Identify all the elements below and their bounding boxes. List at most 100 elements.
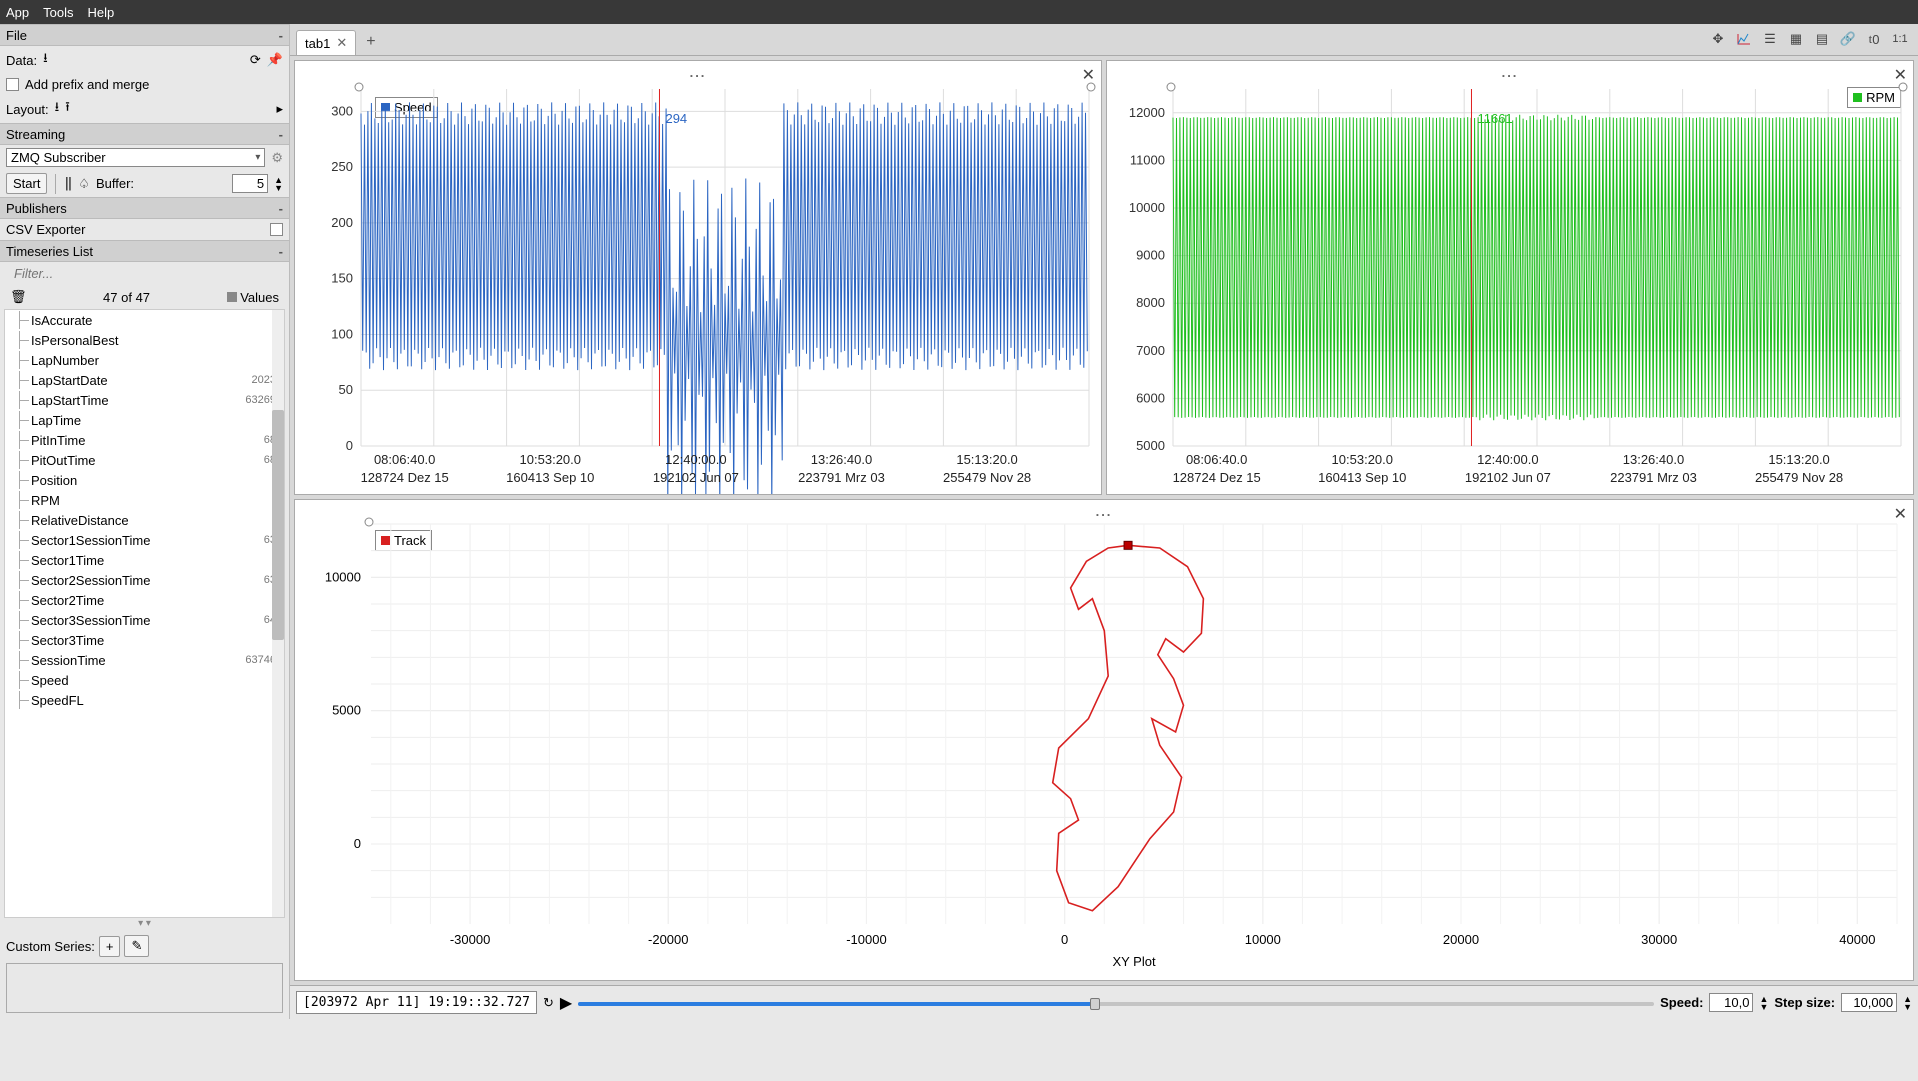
stream-settings-icon[interactable]: ⚙: [271, 150, 283, 166]
buffer-stepper[interactable]: ▲▼: [274, 176, 283, 192]
pin-icon[interactable]: 📌: [267, 52, 283, 68]
list-item[interactable]: Sector3SessionTime64: [5, 610, 284, 630]
playback-footer: [203972 Apr 11] 19:19::32.727 ↻ ▶ Speed:…: [290, 985, 1918, 1019]
list-item[interactable]: Sector2Time: [5, 590, 284, 610]
csv-exporter-checkbox[interactable]: [270, 223, 283, 236]
list-item[interactable]: LapNumber: [5, 350, 284, 370]
values-toggle-icon[interactable]: [227, 292, 237, 302]
pause-icon[interactable]: ‖: [64, 176, 72, 191]
prefix-merge-checkbox[interactable]: [6, 78, 19, 91]
step-label: Step size:: [1774, 995, 1835, 1010]
publishers-header-label: Publishers: [6, 201, 67, 216]
layout-load-icon[interactable]: ⭳: [55, 98, 60, 120]
buffer-input[interactable]: 5: [232, 174, 268, 193]
axes-tool-icon[interactable]: [1732, 28, 1756, 50]
svg-text:11000: 11000: [1130, 152, 1165, 167]
play-button[interactable]: ▶: [560, 993, 572, 1013]
custom-series-label: Custom Series:: [6, 939, 95, 954]
svg-text:255479 Nov 28: 255479 Nov 28: [1755, 470, 1843, 485]
publishers-header[interactable]: Publishers-: [0, 197, 289, 219]
streaming-header[interactable]: Streaming-: [0, 123, 289, 145]
menu-tools[interactable]: Tools: [43, 5, 73, 20]
step-stepper[interactable]: ▲▼: [1903, 995, 1912, 1011]
svg-text:13:26:40.0: 13:26:40.0: [1623, 452, 1684, 467]
calendar-tool-icon[interactable]: ▦: [1784, 28, 1808, 50]
list-item[interactable]: Sector3Time: [5, 630, 284, 650]
list-item[interactable]: LapTime: [5, 410, 284, 430]
zoom11-tool-icon[interactable]: 1:1: [1888, 28, 1912, 50]
timeseries-list[interactable]: IsAccurateIsPersonalBestLapNumberLapStar…: [4, 309, 285, 918]
time-slider[interactable]: [578, 997, 1654, 1009]
loop-icon[interactable]: ↻: [543, 995, 554, 1011]
svg-text:20000: 20000: [1443, 932, 1479, 947]
svg-text:5000: 5000: [332, 703, 361, 718]
edit-series-button[interactable]: ✎: [124, 935, 149, 957]
trash-icon[interactable]: 🗑: [10, 289, 27, 305]
list-item[interactable]: Position: [5, 470, 284, 490]
list-item[interactable]: RelativeDistance: [5, 510, 284, 530]
svg-text:50: 50: [339, 382, 353, 397]
svg-text:10:53:20.0: 10:53:20.0: [520, 452, 581, 467]
svg-text:223791 Mrz 03: 223791 Mrz 03: [1610, 470, 1697, 485]
svg-text:10000: 10000: [1129, 200, 1165, 215]
list-item[interactable]: SpeedFL: [5, 690, 284, 710]
move-tool-icon[interactable]: ✥: [1706, 28, 1730, 50]
scrollbar-thumb[interactable]: [272, 410, 284, 640]
svg-text:15:13:20.0: 15:13:20.0: [1768, 452, 1829, 467]
start-button[interactable]: Start: [6, 173, 47, 194]
values-label: Values: [240, 290, 279, 305]
data-load-icon[interactable]: ⭳: [43, 49, 48, 71]
add-tab-button[interactable]: +: [356, 29, 385, 55]
list-item[interactable]: LapStartTime63269: [5, 390, 284, 410]
close-tab-icon[interactable]: ✕: [336, 35, 347, 51]
svg-text:160413 Sep 10: 160413 Sep 10: [506, 470, 594, 485]
svg-text:255479 Nov 28: 255479 Nov 28: [943, 470, 1031, 485]
svg-text:-10000: -10000: [846, 932, 886, 947]
svg-text:192102 Jun 07: 192102 Jun 07: [653, 470, 739, 485]
custom-series-box[interactable]: [6, 963, 283, 1013]
svg-text:7000: 7000: [1136, 343, 1165, 358]
t0-tool-icon[interactable]: t0: [1862, 28, 1886, 50]
list-tool-icon[interactable]: ☰: [1758, 28, 1782, 50]
list-item[interactable]: LapStartDate2023: [5, 370, 284, 390]
list-item[interactable]: IsAccurate: [5, 310, 284, 330]
timeseries-header[interactable]: Timeseries List-: [0, 240, 289, 262]
step-input[interactable]: 10,000: [1841, 993, 1897, 1012]
svg-text:08:06:40.0: 08:06:40.0: [374, 452, 435, 467]
speed-stepper[interactable]: ▲▼: [1759, 995, 1768, 1011]
svg-text:250: 250: [331, 159, 353, 174]
csv-exporter-label: CSV Exporter: [6, 222, 85, 237]
list-item[interactable]: PitInTime68: [5, 430, 284, 450]
prefix-merge-label: Add prefix and merge: [25, 77, 149, 92]
menu-help[interactable]: Help: [88, 5, 115, 20]
file-header[interactable]: File-: [0, 24, 289, 46]
list-item[interactable]: PitOutTime68: [5, 450, 284, 470]
refresh-icon[interactable]: ⟳: [250, 52, 261, 68]
speed-input[interactable]: 10,0: [1709, 993, 1753, 1012]
stream-source-select[interactable]: ZMQ Subscriber: [6, 148, 265, 167]
menu-app[interactable]: App: [6, 5, 29, 20]
svg-text:12:40:00.0: 12:40:00.0: [665, 452, 726, 467]
list-item[interactable]: Sector1Time: [5, 550, 284, 570]
link-tool-icon[interactable]: 🔗: [1836, 28, 1860, 50]
list-item[interactable]: Speed: [5, 670, 284, 690]
list-item[interactable]: RPM: [5, 490, 284, 510]
bell-icon[interactable]: ♤: [78, 176, 90, 192]
svg-text:100: 100: [331, 326, 353, 341]
list-item[interactable]: IsPersonalBest: [5, 330, 284, 350]
plot-speed[interactable]: ... ✕ Speed 05010015020025030029408:06:4…: [294, 60, 1102, 495]
plot-rpm[interactable]: ... ✕ RPM 500060007000800090001000011000…: [1106, 60, 1914, 495]
filter-input[interactable]: [0, 262, 289, 285]
layout-menu-icon[interactable]: ▸: [276, 101, 283, 117]
layout-save-icon[interactable]: ⭱: [65, 98, 70, 120]
list-item[interactable]: Sector1SessionTime63: [5, 530, 284, 550]
plot-track[interactable]: ... ✕ Track 0500010000-30000-20000-10000…: [294, 499, 1914, 981]
svg-text:150: 150: [331, 271, 353, 286]
svg-text:11661: 11661: [1477, 111, 1512, 126]
tab-tab1[interactable]: tab1 ✕: [296, 30, 356, 55]
add-series-button[interactable]: +: [99, 936, 121, 957]
svg-text:0: 0: [346, 438, 353, 453]
list-item[interactable]: Sector2SessionTime63: [5, 570, 284, 590]
list-item[interactable]: SessionTime63746: [5, 650, 284, 670]
grid-tool-icon[interactable]: ▤: [1810, 28, 1834, 50]
